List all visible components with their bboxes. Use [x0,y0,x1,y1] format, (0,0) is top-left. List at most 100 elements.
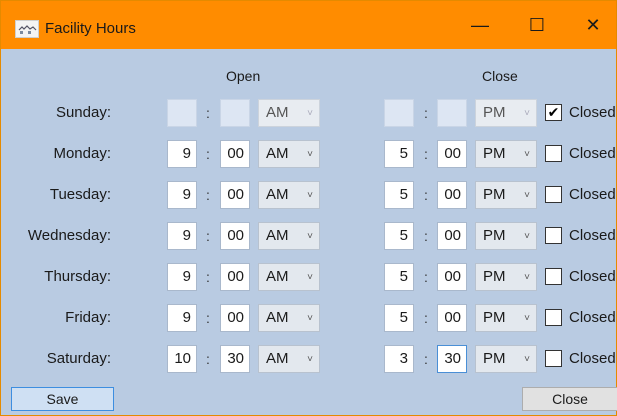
open-ampm-value: AM [266,309,289,326]
open-header: Open [226,68,261,84]
window-title: Facility Hours [45,20,136,37]
open-ampm-select[interactable]: AM ˅ [258,181,320,209]
closed-label: Closed [569,309,616,326]
open-hour-input[interactable] [167,99,197,127]
close-ampm-select[interactable]: PM ˅ [475,345,537,373]
open-hour-input[interactable]: 9 [167,263,197,291]
chevron-down-icon: ˅ [524,313,530,324]
closed-checkbox[interactable] [545,309,562,326]
chevron-down-icon: ˅ [307,231,313,242]
closed-label: Closed [569,145,616,162]
close-minute-input[interactable]: 30 [437,345,467,373]
open-hour-input[interactable]: 9 [167,304,197,332]
maximize-button[interactable]: ☐ [514,1,560,49]
time-separator: : [424,269,428,285]
open-hour-input[interactable]: 9 [167,140,197,168]
chevron-down-icon: ˅ [524,149,530,160]
open-minute-input[interactable] [220,99,250,127]
close-minute-input[interactable]: 00 [437,263,467,291]
chevron-down-icon: ˅ [524,354,530,365]
chevron-down-icon: ˅ [524,108,530,119]
close-minute-input[interactable] [437,99,467,127]
close-minute-input[interactable]: 00 [437,181,467,209]
chevron-down-icon: ˅ [307,190,313,201]
time-separator: : [424,351,428,367]
day-label: Monday: [53,145,111,162]
close-window-button[interactable]: ✕ [570,1,616,49]
time-separator: : [206,146,210,162]
open-ampm-select[interactable]: AM ˅ [258,99,320,127]
open-ampm-select[interactable]: AM ˅ [258,304,320,332]
minimize-icon: — [471,14,489,35]
close-minute-input[interactable]: 00 [437,140,467,168]
close-ampm-value: PM [483,268,506,285]
open-hour-input[interactable]: 9 [167,222,197,250]
open-minute-input[interactable]: 00 [220,140,250,168]
save-button[interactable]: Save [11,387,114,411]
close-ampm-value: PM [483,186,506,203]
close-ampm-select[interactable]: PM ˅ [475,99,537,127]
open-ampm-value: AM [266,145,289,162]
open-ampm-value: AM [266,350,289,367]
chevron-down-icon: ˅ [307,354,313,365]
closed-checkbox[interactable]: ✔ [545,104,562,121]
open-ampm-value: AM [266,186,289,203]
closed-checkbox[interactable] [545,227,562,244]
chevron-down-icon: ˅ [307,149,313,160]
open-minute-input[interactable]: 00 [220,222,250,250]
open-ampm-select[interactable]: AM ˅ [258,222,320,250]
open-hour-input[interactable]: 9 [167,181,197,209]
app-icon [15,20,39,38]
title-bar[interactable]: Facility Hours — ☐ ✕ [1,1,616,49]
closed-label: Closed [569,186,616,203]
closed-label: Closed [569,227,616,244]
close-icon: ✕ [585,14,601,35]
open-hour-input[interactable]: 10 [167,345,197,373]
close-hour-input[interactable]: 5 [384,263,414,291]
close-ampm-select[interactable]: PM ˅ [475,140,537,168]
time-separator: : [424,228,428,244]
closed-checkbox[interactable] [545,350,562,367]
close-ampm-select[interactable]: PM ˅ [475,222,537,250]
close-ampm-select[interactable]: PM ˅ [475,304,537,332]
close-hour-input[interactable]: 5 [384,304,414,332]
open-minute-input[interactable]: 00 [220,263,250,291]
open-minute-input[interactable]: 30 [220,345,250,373]
close-button[interactable]: Close [522,387,617,411]
day-label: Friday: [65,309,111,326]
close-minute-input[interactable]: 00 [437,222,467,250]
facility-hours-window: Facility Hours — ☐ ✕ Open Close Sunday::… [0,0,617,416]
open-ampm-select[interactable]: AM ˅ [258,140,320,168]
close-ampm-value: PM [483,309,506,326]
close-hour-input[interactable]: 3 [384,345,414,373]
close-header: Close [482,68,518,84]
chevron-down-icon: ˅ [524,190,530,201]
close-hour-input[interactable] [384,99,414,127]
time-separator: : [424,187,428,203]
close-hour-input[interactable]: 5 [384,140,414,168]
open-ampm-select[interactable]: AM ˅ [258,263,320,291]
open-minute-input[interactable]: 00 [220,304,250,332]
chevron-down-icon: ˅ [307,272,313,283]
close-hour-input[interactable]: 5 [384,222,414,250]
closed-checkbox[interactable] [545,145,562,162]
closed-label: Closed [569,268,616,285]
chevron-down-icon: ˅ [524,231,530,242]
closed-label: Closed [569,104,616,121]
closed-checkbox[interactable] [545,268,562,285]
time-separator: : [424,105,428,121]
day-label: Thursday: [44,268,111,285]
close-ampm-value: PM [483,227,506,244]
open-ampm-value: AM [266,104,289,121]
minimize-button[interactable]: — [457,1,503,49]
chevron-down-icon: ˅ [524,272,530,283]
chevron-down-icon: ˅ [307,108,313,119]
close-hour-input[interactable]: 5 [384,181,414,209]
close-ampm-select[interactable]: PM ˅ [475,181,537,209]
closed-checkbox[interactable] [545,186,562,203]
open-minute-input[interactable]: 00 [220,181,250,209]
close-ampm-select[interactable]: PM ˅ [475,263,537,291]
open-ampm-select[interactable]: AM ˅ [258,345,320,373]
close-minute-input[interactable]: 00 [437,304,467,332]
open-ampm-value: AM [266,227,289,244]
